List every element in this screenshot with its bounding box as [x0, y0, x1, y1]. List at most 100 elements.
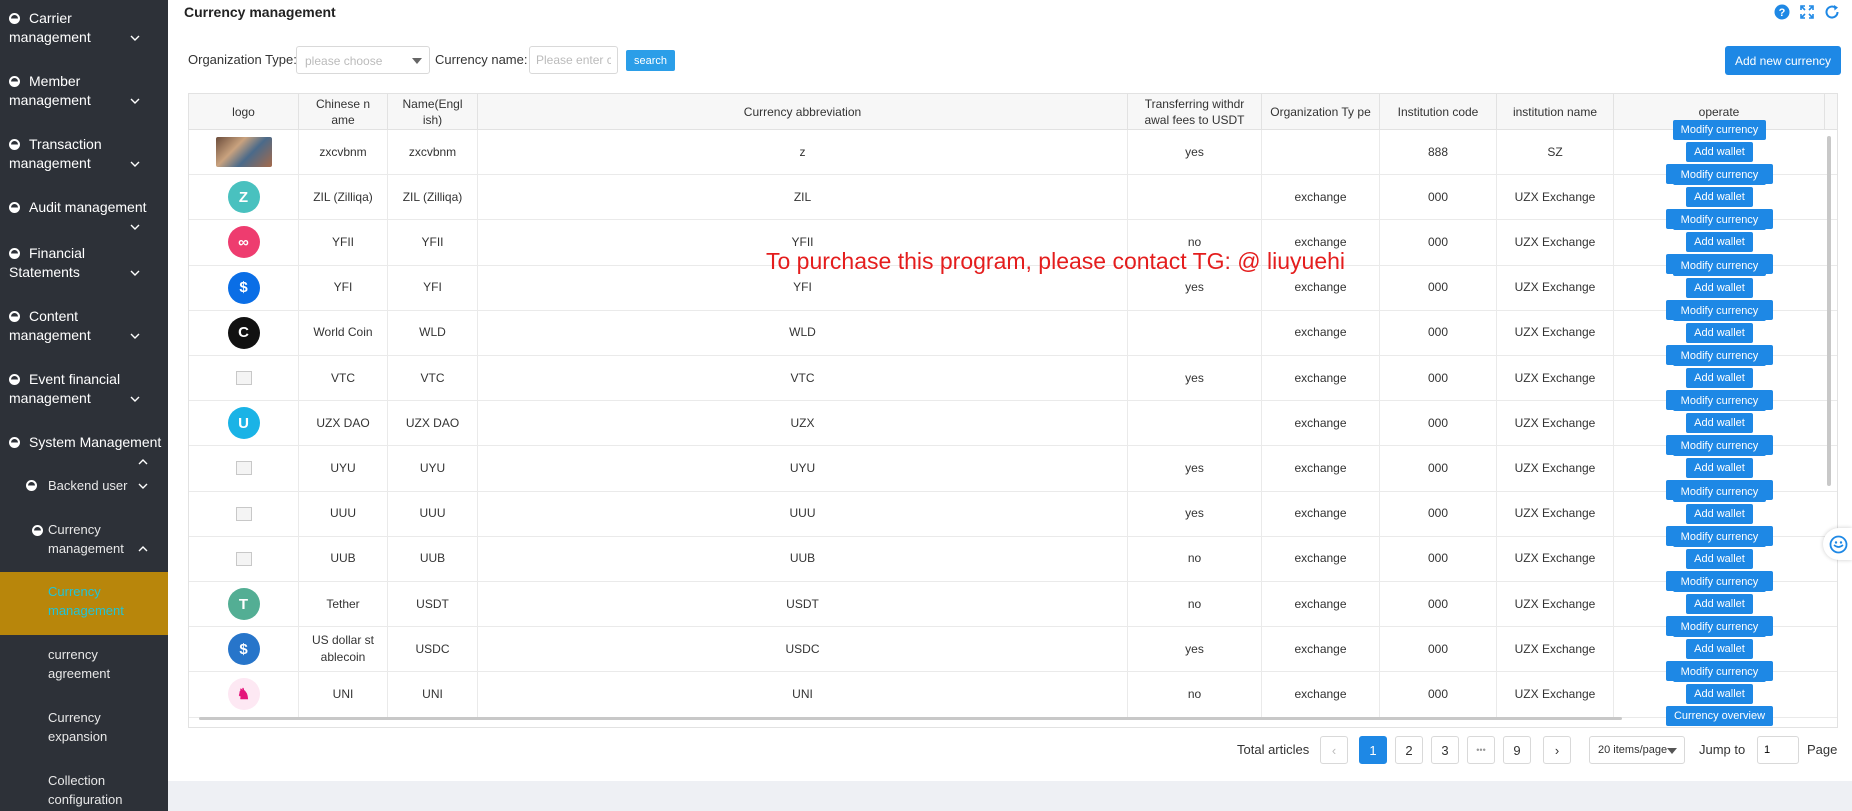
- footer-band: [168, 781, 1852, 811]
- sidebar-item-currency-group[interactable]: Currency management: [0, 520, 168, 560]
- modify-currency-button[interactable]: Modify currency: [1672, 255, 1767, 276]
- next-page-button[interactable]: ›: [1543, 736, 1571, 764]
- horizontal-scrollbar[interactable]: [199, 717, 1622, 720]
- col-institution-code: Institution code: [1380, 94, 1497, 130]
- cell-institution-code: 000: [1380, 672, 1497, 717]
- cell-org-type: exchange: [1262, 310, 1380, 355]
- table-row: UUB UUB UUB no exchange 000 UZX Exchange Modify…: [189, 526, 1837, 591]
- cell-org-type: exchange: [1262, 672, 1380, 717]
- page-ellipsis[interactable]: •••: [1467, 736, 1495, 764]
- add-wallet-button[interactable]: Add wallet: [1686, 322, 1753, 343]
- currency-name-input[interactable]: [529, 46, 618, 74]
- sidebar-item-currency-agreement[interactable]: currency agreement: [0, 645, 168, 685]
- cell-chinese-name: UZX DAO: [299, 401, 388, 446]
- modify-currency-button[interactable]: Modify currency: [1672, 120, 1767, 141]
- add-wallet-button[interactable]: Add wallet: [1686, 277, 1753, 298]
- page-button-3[interactable]: 3: [1431, 736, 1459, 764]
- table-row: U UZX DAO UZX DAO UZX exchange 000 UZX Exchang…: [189, 391, 1837, 456]
- add-wallet-button[interactable]: Add wallet: [1686, 639, 1753, 660]
- table-row: UUU UUU UUU yes exchange 000 UZX Exchange Modif…: [189, 481, 1837, 546]
- modify-currency-button[interactable]: Modify currency: [1672, 300, 1767, 321]
- cell-logo: [189, 446, 299, 491]
- add-wallet-button[interactable]: Add wallet: [1686, 413, 1753, 434]
- jump-to-input[interactable]: [1757, 736, 1799, 764]
- sidebar-item-transaction[interactable]: Transaction management: [0, 132, 168, 176]
- cell-institution-name: UZX Exchange: [1497, 220, 1614, 265]
- modify-currency-button[interactable]: Modify currency: [1672, 481, 1767, 502]
- modify-currency-button[interactable]: Modify currency: [1672, 165, 1767, 186]
- svg-text:?: ?: [1779, 7, 1786, 19]
- modify-currency-button[interactable]: Modify currency: [1672, 617, 1767, 638]
- add-wallet-button[interactable]: Add wallet: [1686, 594, 1753, 615]
- help-icon[interactable]: ?: [1774, 4, 1790, 20]
- add-wallet-button[interactable]: Add wallet: [1686, 142, 1753, 163]
- sidebar-item-currency-management[interactable]: Currency management: [0, 572, 168, 635]
- sidebar-item-backend-user[interactable]: Backend user: [0, 476, 168, 496]
- modify-currency-button[interactable]: Modify currency: [1672, 526, 1767, 547]
- cell-english-name: WLD: [388, 310, 478, 355]
- page-size-select[interactable]: 20 items/page: [1589, 736, 1685, 764]
- currency-overview-button[interactable]: Currency overview: [1665, 706, 1774, 727]
- page-button-9[interactable]: 9: [1503, 736, 1531, 764]
- zil-logo-icon: Z: [227, 181, 260, 214]
- cell-org-type: [1262, 130, 1380, 175]
- cell-english-name: zxcvbnm: [388, 130, 478, 175]
- add-wallet-button[interactable]: Add wallet: [1686, 458, 1753, 479]
- add-wallet-button[interactable]: Add wallet: [1686, 684, 1753, 705]
- modify-currency-button[interactable]: Modify currency: [1672, 391, 1767, 412]
- cell-institution-name: UZX Exchange: [1497, 356, 1614, 401]
- sidebar-item-audit[interactable]: Audit management: [0, 195, 168, 239]
- cell-usdt-fees: no: [1128, 672, 1262, 717]
- add-wallet-button[interactable]: Add wallet: [1686, 503, 1753, 524]
- sidebar-item-member[interactable]: Member management: [0, 69, 168, 113]
- cell-logo: [189, 536, 299, 581]
- page-button-1[interactable]: 1: [1359, 736, 1387, 764]
- prev-page-button[interactable]: ‹: [1320, 736, 1348, 764]
- fullscreen-icon[interactable]: [1799, 4, 1815, 20]
- modify-currency-button[interactable]: Modify currency: [1672, 662, 1767, 683]
- add-wallet-button[interactable]: Add wallet: [1686, 232, 1753, 253]
- cell-chinese-name: UYU: [299, 446, 388, 491]
- add-currency-button[interactable]: Add new currency: [1725, 46, 1841, 75]
- modify-currency-button[interactable]: Modify currency: [1672, 436, 1767, 457]
- refresh-icon[interactable]: [1824, 4, 1840, 20]
- cell-institution-name: UZX Exchange: [1497, 627, 1614, 672]
- floating-helper[interactable]: [1823, 528, 1852, 560]
- chevron-down-icon: [130, 331, 140, 341]
- page-button-2[interactable]: 2: [1395, 736, 1423, 764]
- add-wallet-button[interactable]: Add wallet: [1686, 368, 1753, 389]
- sidebar-item-label: Event financial management: [9, 371, 121, 406]
- cell-logo: [189, 356, 299, 401]
- circle-half-icon: [32, 525, 43, 536]
- sidebar-item-event-financial[interactable]: Event financial management: [0, 367, 168, 411]
- cell-chinese-name: World Coin: [299, 310, 388, 355]
- sidebar-item-carrier[interactable]: Carrier management: [0, 6, 168, 50]
- page-size-value: 20 items/page: [1598, 744, 1668, 756]
- modify-currency-button[interactable]: Modify currency: [1672, 572, 1767, 593]
- cell-institution-code: 000: [1380, 582, 1497, 627]
- modify-currency-button[interactable]: Modify currency: [1672, 346, 1767, 367]
- cell-institution-name: UZX Exchange: [1497, 582, 1614, 627]
- modify-currency-button[interactable]: Modify currency: [1672, 210, 1767, 231]
- sidebar-item-currency-expansion[interactable]: Currency expansion: [0, 708, 168, 748]
- cell-logo: [189, 130, 299, 175]
- search-button[interactable]: search: [626, 50, 675, 71]
- yfi-logo-icon: $: [227, 271, 260, 304]
- org-type-select[interactable]: please choose: [296, 46, 430, 74]
- chevron-down-icon: [130, 394, 140, 404]
- broken-image-icon: [235, 371, 252, 386]
- sidebar-item-financial[interactable]: Financial Statements: [0, 241, 168, 285]
- cell-usdt-fees: no: [1128, 536, 1262, 581]
- usdt-logo-icon: T: [227, 588, 260, 621]
- sidebar-item-system[interactable]: System Management: [0, 430, 168, 474]
- sidebar-item-label: Currency management: [48, 522, 124, 556]
- vertical-scrollbar[interactable]: [1827, 136, 1831, 486]
- col-logo: logo: [189, 94, 299, 130]
- sidebar-item-collection-config[interactable]: Collection configuration: [0, 771, 168, 811]
- add-wallet-button[interactable]: Add wallet: [1686, 187, 1753, 208]
- cell-org-type: exchange: [1262, 582, 1380, 627]
- add-wallet-button[interactable]: Add wallet: [1686, 548, 1753, 569]
- cell-org-type: exchange: [1262, 536, 1380, 581]
- cell-institution-name: UZX Exchange: [1497, 446, 1614, 491]
- sidebar-item-content[interactable]: Content management: [0, 304, 168, 348]
